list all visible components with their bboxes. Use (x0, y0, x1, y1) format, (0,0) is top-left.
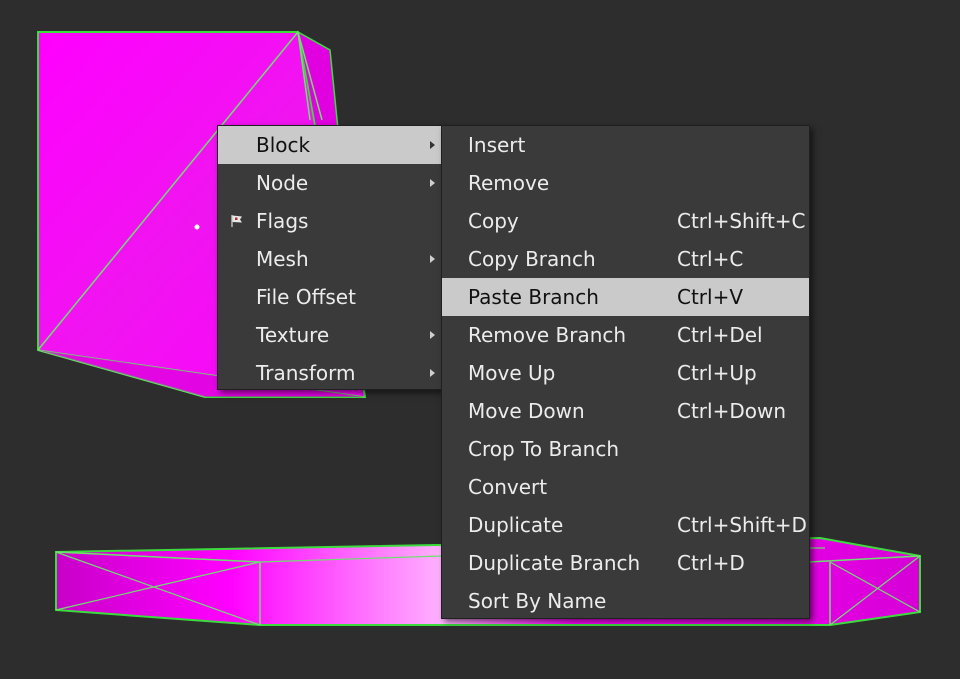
submenu-item-move-down[interactable]: Move Down Ctrl+Down (442, 392, 809, 430)
submenu-item-label: Paste Branch (468, 285, 599, 309)
shortcut-label: Ctrl+Shift+C (677, 209, 806, 233)
block-submenu: Insert Remove Copy Ctrl+Shift+C Copy Bra… (441, 125, 810, 619)
menu-item-block[interactable]: Block (218, 126, 441, 164)
submenu-item-label: Insert (468, 133, 526, 157)
submenu-item-duplicate-branch[interactable]: Duplicate Branch Ctrl+D (442, 544, 809, 582)
shortcut-label: Ctrl+D (677, 551, 745, 575)
submenu-item-label: Convert (468, 475, 548, 499)
submenu-item-remove[interactable]: Remove (442, 164, 809, 202)
submenu-item-label: Move Up (468, 361, 556, 385)
menu-item-transform[interactable]: Transform (218, 354, 441, 392)
submenu-arrow-icon (430, 331, 435, 339)
pivot-point (194, 224, 200, 230)
submenu-item-paste-branch[interactable]: Paste Branch Ctrl+V (442, 278, 809, 316)
menu-item-label: Mesh (256, 247, 309, 271)
submenu-arrow-icon (430, 141, 435, 149)
menu-item-flags[interactable]: Flags (218, 202, 441, 240)
submenu-item-sort-by-name[interactable]: Sort By Name (442, 582, 809, 620)
shortcut-label: Ctrl+Down (677, 399, 787, 423)
submenu-item-insert[interactable]: Insert (442, 126, 809, 164)
menu-item-label: Transform (256, 361, 356, 385)
menu-item-label: File Offset (256, 285, 356, 309)
shortcut-label: Ctrl+Shift+D (677, 513, 807, 537)
menu-item-mesh[interactable]: Mesh (218, 240, 441, 278)
menu-item-node[interactable]: Node (218, 164, 441, 202)
submenu-item-convert[interactable]: Convert (442, 468, 809, 506)
submenu-item-label: Move Down (468, 399, 585, 423)
menu-item-file-offset[interactable]: File Offset (218, 278, 441, 316)
menu-item-label: Block (256, 133, 311, 157)
shortcut-label: Ctrl+V (677, 285, 744, 309)
menu-item-label: Texture (256, 323, 330, 347)
shortcut-label: Ctrl+Del (677, 323, 763, 347)
submenu-arrow-icon (430, 255, 435, 263)
shortcut-label: Ctrl+C (677, 247, 744, 271)
flag-icon (231, 215, 242, 227)
submenu-item-label: Copy Branch (468, 247, 596, 271)
submenu-item-label: Copy (468, 209, 519, 233)
submenu-arrow-icon (430, 179, 435, 187)
submenu-item-label: Remove Branch (468, 323, 627, 347)
submenu-item-label: Remove (468, 171, 550, 195)
submenu-item-label: Duplicate (468, 513, 564, 537)
submenu-item-label: Duplicate Branch (468, 551, 641, 575)
submenu-item-move-up[interactable]: Move Up Ctrl+Up (442, 354, 809, 392)
submenu-item-remove-branch[interactable]: Remove Branch Ctrl+Del (442, 316, 809, 354)
menu-item-label: Node (256, 171, 309, 195)
menu-item-texture[interactable]: Texture (218, 316, 441, 354)
submenu-item-label: Sort By Name (468, 589, 607, 613)
submenu-arrow-icon (430, 369, 435, 377)
context-menu: Block Node Flags Mesh File Offset Textur… (217, 125, 442, 390)
submenu-item-label: Crop To Branch (468, 437, 619, 461)
submenu-item-crop-to-branch[interactable]: Crop To Branch (442, 430, 809, 468)
menu-item-label: Flags (256, 209, 309, 233)
shortcut-label: Ctrl+Up (677, 361, 757, 385)
submenu-item-duplicate[interactable]: Duplicate Ctrl+Shift+D (442, 506, 809, 544)
submenu-item-copy[interactable]: Copy Ctrl+Shift+C (442, 202, 809, 240)
submenu-item-copy-branch[interactable]: Copy Branch Ctrl+C (442, 240, 809, 278)
